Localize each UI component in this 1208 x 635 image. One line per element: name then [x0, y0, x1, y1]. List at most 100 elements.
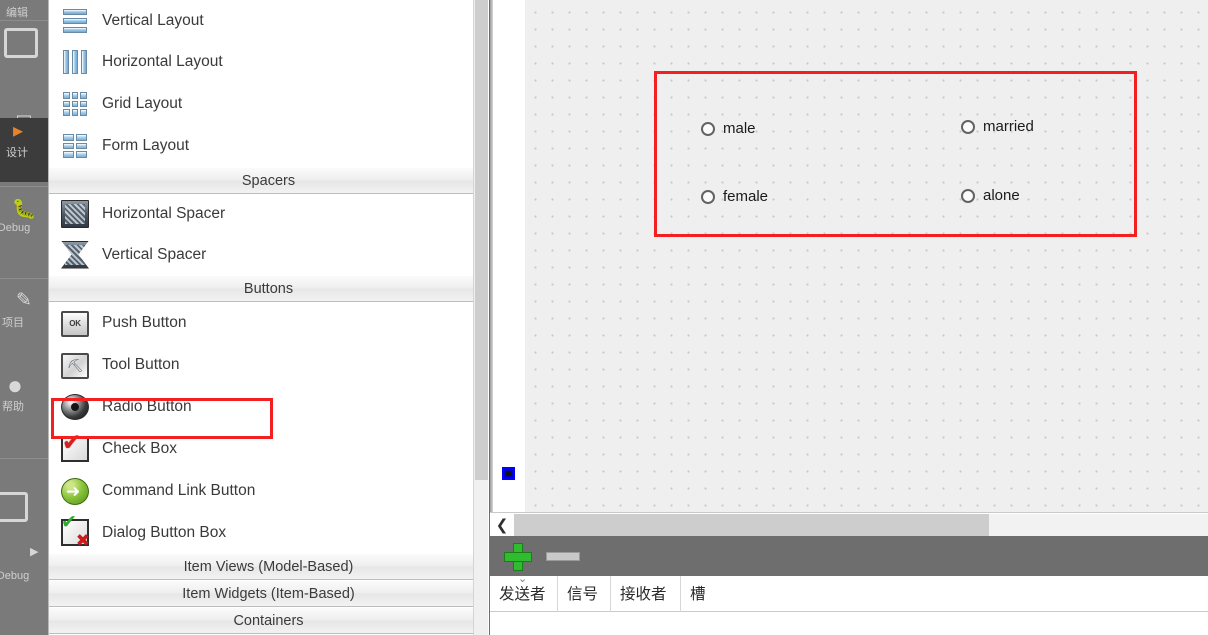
mode-divider — [0, 186, 48, 187]
mode-entry-debug[interactable]: 🐛 Debug — [0, 196, 48, 276]
radio-button-icon — [61, 394, 89, 420]
form-editor-area: male female married alone ❮ ⌄ 发送者 信号 接收者… — [489, 0, 1208, 635]
check-box-icon — [61, 429, 89, 462]
column-header-receiver[interactable]: 接收者 — [611, 575, 681, 612]
radio-label: married — [983, 118, 1034, 135]
mode-entry-design-active[interactable]: ▸ 设计 — [0, 118, 48, 182]
signal-slot-editor: ⌄ 发送者 信号 接收者 槽 — [490, 536, 1208, 635]
widget-item-label: Command Link Button — [102, 482, 256, 499]
push-button-icon: OK — [61, 310, 89, 337]
mode-entry-label: 编辑 — [6, 7, 28, 19]
widget-group-header-item-widgets[interactable]: Item Widgets (Item-Based) — [49, 580, 488, 607]
tool-button-icon: ⛏ — [61, 352, 89, 379]
scroll-left-icon[interactable]: ❮ — [490, 513, 514, 536]
widget-item-grid-layout[interactable]: Grid Layout — [49, 83, 488, 125]
grid-layout-icon — [61, 90, 89, 118]
mode-divider — [0, 458, 48, 459]
widget-item-label: Vertical Layout — [102, 11, 204, 29]
widget-item-label: Form Layout — [102, 137, 190, 154]
radio-indicator[interactable] — [701, 121, 715, 136]
mode-entry-label: 帮助 — [2, 401, 24, 413]
scroll-thumb[interactable] — [514, 513, 989, 536]
radio-indicator[interactable] — [961, 188, 975, 203]
column-label: 接收者 — [620, 584, 667, 603]
column-header-slot[interactable]: 槽 — [681, 576, 721, 612]
radio-indicator[interactable] — [701, 189, 715, 204]
radio-label: alone — [983, 187, 1020, 204]
widget-box-panel: Vertical Layout Horizontal Layout Grid L… — [48, 0, 488, 635]
widget-item-label: Grid Layout — [102, 95, 183, 112]
vertical-spacer-icon — [61, 240, 89, 269]
mode-entry-label: 设计 — [6, 147, 28, 159]
radio-indicator[interactable] — [961, 119, 975, 134]
widget-item-command-link-button[interactable]: Command Link Button — [49, 470, 488, 512]
signal-slot-toolbar — [490, 536, 1208, 576]
widget-box-scrollbar-thumb[interactable] — [475, 0, 488, 480]
widget-item-label: Horizontal Layout — [102, 53, 223, 70]
mode-divider — [0, 20, 48, 21]
remove-connection-icon[interactable] — [546, 551, 580, 561]
vertical-layout-icon — [61, 7, 89, 35]
radio-button-alone[interactable]: alone — [961, 187, 1020, 204]
widget-item-vertical-layout[interactable]: Vertical Layout — [49, 0, 488, 41]
widget-item-dialog-button-box[interactable]: Dialog Button Box — [49, 511, 488, 553]
dialog-button-box-icon — [61, 511, 90, 551]
help-mode-icon: ● — [7, 372, 23, 398]
widget-item-horizontal-layout[interactable]: Horizontal Layout — [49, 41, 488, 83]
mode-entry-label: Debug — [0, 222, 31, 234]
widget-item-label: Vertical Spacer — [102, 245, 207, 263]
column-label: 发送者 — [499, 584, 546, 603]
radio-button-female[interactable]: female — [701, 188, 768, 205]
sort-indicator-icon: ⌄ — [518, 571, 528, 585]
widget-group-header-spacers[interactable]: Spacers — [49, 167, 488, 194]
projects-mode-icon: ✎ — [16, 290, 32, 311]
widget-item-tool-button[interactable]: ⛏ Tool Button — [49, 344, 488, 386]
kit-preview-box — [4, 28, 38, 58]
mode-entry-projects[interactable]: ✎ 项目 — [0, 288, 48, 368]
widget-group-header-buttons[interactable]: Buttons — [49, 275, 488, 302]
signal-slot-table-header: ⌄ 发送者 信号 接收者 槽 — [490, 571, 1208, 612]
widget-item-label: Horizontal Spacer — [102, 205, 226, 222]
mode-entry-help[interactable]: ● 帮助 — [0, 372, 48, 450]
horizontal-spacer-icon — [61, 200, 89, 228]
form-layout-icon — [61, 132, 89, 160]
widget-box-scrollbar[interactable] — [473, 0, 488, 635]
form-canvas[interactable]: male female married alone — [502, 0, 1208, 512]
widget-item-label: Check Box — [102, 440, 177, 457]
command-link-button-icon — [61, 477, 89, 505]
radio-label: female — [723, 188, 769, 205]
kit-arrow-icon[interactable]: ▶ — [30, 545, 38, 558]
scroll-track[interactable] — [514, 513, 1208, 536]
column-label: 槽 — [690, 584, 706, 603]
widget-item-label: Radio Button — [102, 398, 192, 415]
design-arrow-icon: ▸ — [12, 120, 24, 142]
widget-item-form-layout[interactable]: Form Layout — [49, 125, 488, 167]
form-horizontal-scrollbar[interactable]: ❮ — [490, 512, 1208, 536]
mode-divider — [0, 278, 48, 279]
widget-item-label: Tool Button — [102, 356, 180, 373]
add-connection-icon[interactable] — [504, 543, 532, 571]
widget-group-header-containers[interactable]: Containers — [49, 607, 488, 634]
mode-entry-edit[interactable]: ▤ 编辑 — [0, 0, 48, 26]
radio-button-married[interactable]: married — [961, 118, 1034, 135]
widget-item-push-button[interactable]: OK Push Button — [49, 302, 488, 344]
kit-selector-box[interactable] — [0, 492, 28, 522]
qt-designer-window: ▤ 编辑 ▣ 设计 ▸ 设计 🐛 Debug ✎ 项目 ● 帮助 ▶ — [0, 0, 1208, 635]
widget-item-label: Push Button — [102, 314, 187, 331]
horizontal-layout-icon — [61, 48, 89, 76]
widget-group-header-item-views[interactable]: Item Views (Model-Based) — [49, 553, 488, 580]
widget-item-radio-button[interactable]: Radio Button — [49, 386, 488, 428]
radio-button-male[interactable]: male — [701, 120, 756, 137]
widget-item-vertical-spacer[interactable]: Vertical Spacer — [49, 234, 488, 275]
widget-item-horizontal-spacer[interactable]: Horizontal Spacer — [49, 194, 488, 234]
widget-item-check-box[interactable]: Check Box — [49, 428, 488, 470]
form-resize-handle[interactable] — [502, 467, 515, 480]
kit-build-config-label[interactable]: Debug — [0, 570, 48, 600]
column-header-sender[interactable]: ⌄ 发送者 — [490, 571, 558, 612]
radio-label: male — [723, 120, 756, 137]
debug-mode-icon: 🐛 — [11, 198, 37, 220]
mode-selector-bar: ▤ 编辑 ▣ 设计 ▸ 设计 🐛 Debug ✎ 项目 ● 帮助 ▶ — [0, 0, 48, 635]
widget-item-label: Dialog Button Box — [102, 523, 227, 541]
mode-entry-label: 项目 — [2, 317, 24, 329]
column-header-signal[interactable]: 信号 — [558, 575, 611, 612]
